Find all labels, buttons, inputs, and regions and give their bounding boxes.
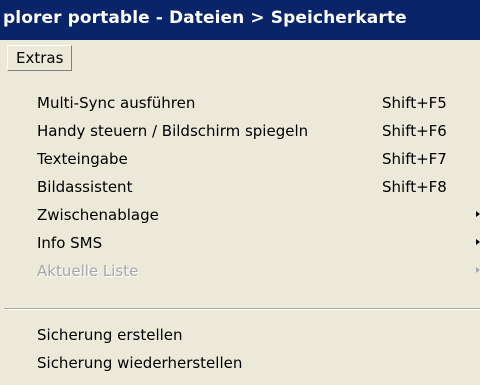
menu-item-shortcut: Shift+F6 <box>382 122 447 140</box>
submenu-arrow-icon <box>476 267 480 273</box>
menu-bar: Extras <box>0 40 480 76</box>
menu-item-handy-steuern[interactable]: Handy steuern / Bildschirm spiegeln Shif… <box>0 119 480 143</box>
menu-item-label: Info SMS <box>37 234 103 252</box>
menu-item-label: Handy steuern / Bildschirm spiegeln <box>37 122 309 140</box>
menu-item-label: Sicherung wiederherstellen <box>37 354 243 372</box>
menu-item-texteingabe[interactable]: Texteingabe Shift+F7 <box>0 147 480 171</box>
submenu-arrow-icon <box>476 211 480 217</box>
menu-item-label: Aktuelle Liste <box>37 262 139 280</box>
title-bar[interactable]: plorer portable - Dateien > Speicherkart… <box>0 0 480 40</box>
window-title: plorer portable - Dateien > Speicherkart… <box>3 8 407 28</box>
menu-item-label: Bildassistent <box>37 178 133 196</box>
menu-item-aktuelle-liste: Aktuelle Liste <box>0 259 480 283</box>
menu-item-label: Zwischenablage <box>37 206 159 224</box>
menu-extras[interactable]: Extras <box>7 45 73 71</box>
menu-item-shortcut: Shift+F8 <box>382 178 447 196</box>
menu-item-sicherung-erstellen[interactable]: Sicherung erstellen <box>0 323 480 347</box>
menu-item-sicherung-wiederherstellen[interactable]: Sicherung wiederherstellen <box>0 351 480 375</box>
menu-item-zwischenablage[interactable]: Zwischenablage <box>0 203 480 227</box>
menu-item-bildassistent[interactable]: Bildassistent Shift+F8 <box>0 175 480 199</box>
menu-item-shortcut: Shift+F5 <box>382 94 447 112</box>
menu-item-shortcut: Shift+F7 <box>382 150 447 168</box>
menu-item-label: Multi-Sync ausführen <box>37 94 196 112</box>
menu-item-label: Texteingabe <box>37 150 128 168</box>
menu-item-info-sms[interactable]: Info SMS <box>0 231 480 255</box>
menu-item-multi-sync[interactable]: Multi-Sync ausführen Shift+F5 <box>0 91 480 115</box>
menu-item-label: Sicherung erstellen <box>37 326 183 344</box>
extras-dropdown-menu: Multi-Sync ausführen Shift+F5 Handy steu… <box>0 76 480 385</box>
menu-separator <box>4 308 480 310</box>
submenu-arrow-icon <box>476 239 480 245</box>
